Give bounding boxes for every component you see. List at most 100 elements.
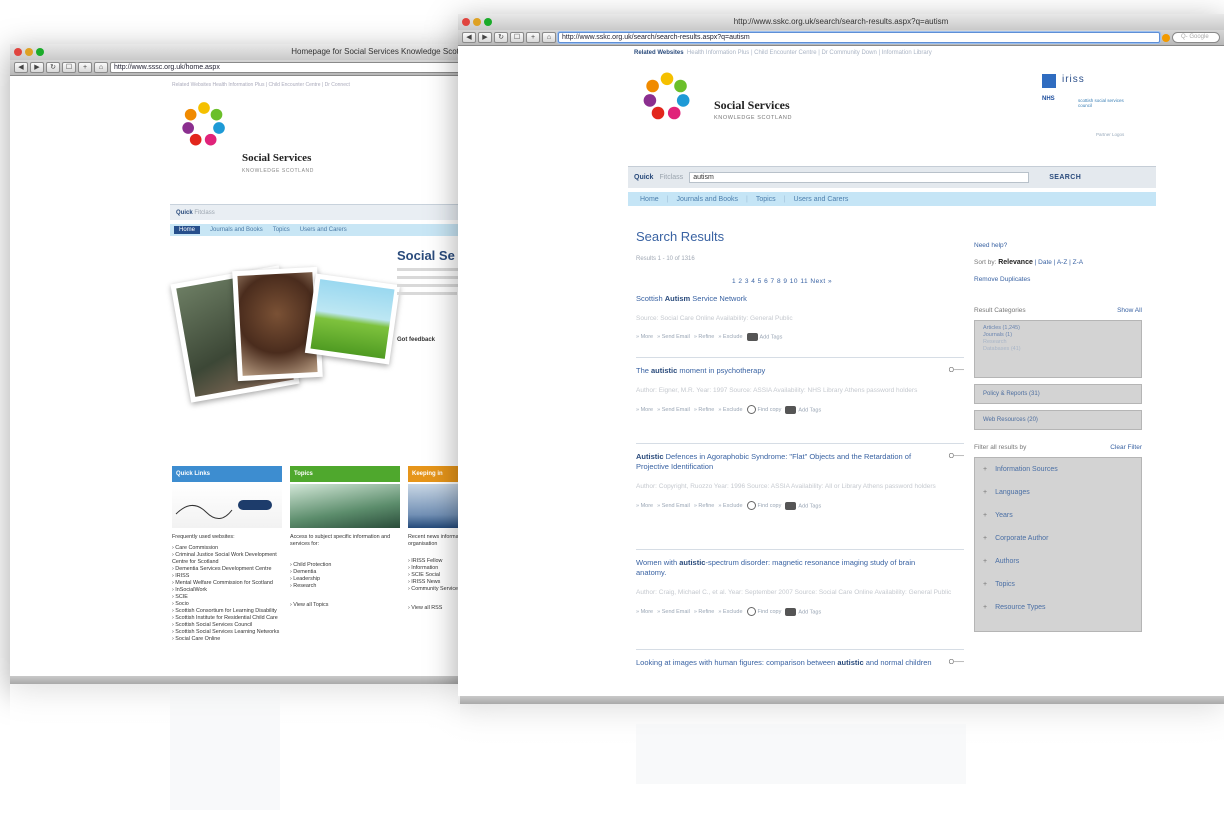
clear-filter-link[interactable]: Clear Filter [1110,444,1142,451]
filter-resource-types[interactable]: + Resource Types [983,602,1133,625]
sort-options[interactable]: | Date | A-Z | Z-A [1035,259,1083,266]
more-link[interactable]: » More [636,503,653,509]
list-item[interactable]: › Dementia [290,569,400,576]
nav-users-carers[interactable]: Users and Carers [794,196,849,203]
list-item[interactable]: › Social Care Online [172,636,282,643]
list-item[interactable]: › SCIE [172,594,282,601]
add-tags-button[interactable]: Add Tags [785,405,821,414]
filter-years[interactable]: + Years [983,510,1133,533]
bookmark-icon[interactable]: ☐ [62,62,76,73]
bookmark-icon[interactable]: ☐ [510,32,524,43]
list-item[interactable]: › Leadership [290,576,400,583]
send-email-link[interactable]: » Send Email [657,334,690,340]
reload-icon[interactable]: ↻ [46,62,60,73]
list-item[interactable]: › Care Commission [172,545,282,552]
refine-link[interactable]: » Refine [694,334,715,340]
pagination[interactable]: 1 2 3 4 5 6 7 8 9 10 11 Next » [732,278,832,285]
zoom-button[interactable] [36,48,44,56]
result-title-link[interactable]: Scottish Autism Service Network [636,294,936,304]
category-articles[interactable]: Articles (1,245) [983,325,1133,332]
related-websites-links[interactable]: Health Information Plus | Child Encounte… [687,50,932,56]
filter-corporate-author[interactable]: + Corporate Author [983,533,1133,556]
minimize-button[interactable] [25,48,33,56]
list-item[interactable]: › Scottish Social Services Council [172,622,282,629]
category-policy-reports[interactable]: Policy & Reports (31) [974,384,1142,404]
list-item[interactable]: › Child Protection [290,562,400,569]
list-item[interactable]: › IRISS [172,573,282,580]
more-link[interactable]: » More [636,407,653,413]
close-button[interactable] [462,18,470,26]
refine-link[interactable]: » Refine [694,609,715,615]
category-research[interactable]: Research [983,339,1133,346]
refine-link[interactable]: » Refine [694,407,715,413]
result-title-link[interactable]: The autistic moment in psychotherapy [636,366,936,376]
list-item[interactable]: › Criminal Justice Social Work Developme… [172,552,282,566]
exclude-link[interactable]: » Exclude [718,407,742,413]
show-all-link[interactable]: Show All [1117,307,1142,314]
send-email-link[interactable]: » Send Email [657,609,690,615]
back-arrow-icon[interactable]: ◀ [14,62,28,73]
add-tags-button[interactable]: Add Tags [785,607,821,616]
reload-icon[interactable]: ↻ [494,32,508,43]
list-item[interactable]: › Scottish Social Services Learning Netw… [172,629,282,636]
site-search-input[interactable]: autism [689,172,1030,183]
back-quick-search[interactable]: Quick Fitclass [170,204,480,220]
more-link[interactable]: » More [636,334,653,340]
list-item[interactable]: › Research [290,583,400,590]
nav-journals[interactable]: Journals and Books [210,227,263,233]
list-item[interactable]: › Dementia Services Development Centre [172,566,282,573]
rss-icon[interactable] [1162,33,1170,42]
nav-home[interactable]: Home [174,226,201,234]
forward-arrow-icon[interactable]: ▶ [30,62,44,73]
search-button[interactable]: SEARCH [1049,174,1081,181]
nav-users-carers[interactable]: Users and Carers [300,227,347,233]
back-arrow-icon[interactable]: ◀ [462,32,476,43]
exclude-link[interactable]: » Exclude [718,334,742,340]
exclude-link[interactable]: » Exclude [718,609,742,615]
forward-arrow-icon[interactable]: ▶ [478,32,492,43]
send-email-link[interactable]: » Send Email [657,503,690,509]
remove-duplicates-link[interactable]: Remove Duplicates [974,276,1142,283]
find-copy-button[interactable]: Find copy [746,607,781,616]
home-icon[interactable]: ⌂ [542,32,556,43]
nav-home[interactable]: Home [640,196,659,203]
list-item[interactable]: › Scottish Consortium for Learning Disab… [172,608,282,615]
result-title-link[interactable]: Women with autistic-spectrum disorder: m… [636,558,936,578]
refine-link[interactable]: » Refine [694,503,715,509]
nav-topics[interactable]: Topics [273,227,290,233]
list-item[interactable]: › Scottish Institute for Residential Chi… [172,615,282,622]
partner-logos-link[interactable]: Partner Logos [1096,132,1124,137]
send-email-link[interactable]: » Send Email [657,407,690,413]
list-item[interactable]: › Mental Welfare Commission for Scotland [172,580,282,587]
list-item[interactable]: › InSocialWork [172,587,282,594]
quick-label[interactable]: Quick [634,174,653,181]
find-copy-button[interactable]: Find copy [746,405,781,414]
category-web-resources[interactable]: Web Resources (20) [974,410,1142,430]
result-title-link[interactable]: Autistic Defences in Agoraphobic Syndrom… [636,452,936,472]
filter-authors[interactable]: + Authors [983,556,1133,579]
front-url-bar[interactable]: http://www.sskc.org.uk/search/search-res… [558,32,1160,43]
add-tags-button[interactable]: Add Tags [746,333,782,341]
need-help-link[interactable]: Need help? [974,242,1142,249]
filter-information-sources[interactable]: + Information Sources [983,464,1133,487]
back-url-bar[interactable]: http://www.sssc.org.uk/home.aspx [110,62,476,73]
zoom-button[interactable] [484,18,492,26]
filter-languages[interactable]: + Languages [983,487,1133,510]
exclude-link[interactable]: » Exclude [718,503,742,509]
add-bookmark-icon[interactable]: + [78,62,92,73]
add-bookmark-icon[interactable]: + [526,32,540,43]
nav-topics[interactable]: Topics [756,196,776,203]
result-title-link[interactable]: Looking at images with human figures: co… [636,658,936,668]
more-link[interactable]: » More [636,609,653,615]
filter-topics[interactable]: + Topics [983,579,1133,602]
add-tags-button[interactable]: Add Tags [785,501,821,510]
list-item[interactable]: › Socio [172,601,282,608]
quick-sublabel[interactable]: Fitclass [659,174,683,181]
category-databases[interactable]: Databases (41) [983,346,1133,353]
sort-relevance[interactable]: Relevance [998,259,1033,266]
close-button[interactable] [14,48,22,56]
category-journals[interactable]: Journals (1) [983,332,1133,339]
nav-journals[interactable]: Journals and Books [677,196,738,203]
view-all-topics-link[interactable]: › View all Topics [290,602,400,609]
home-icon[interactable]: ⌂ [94,62,108,73]
